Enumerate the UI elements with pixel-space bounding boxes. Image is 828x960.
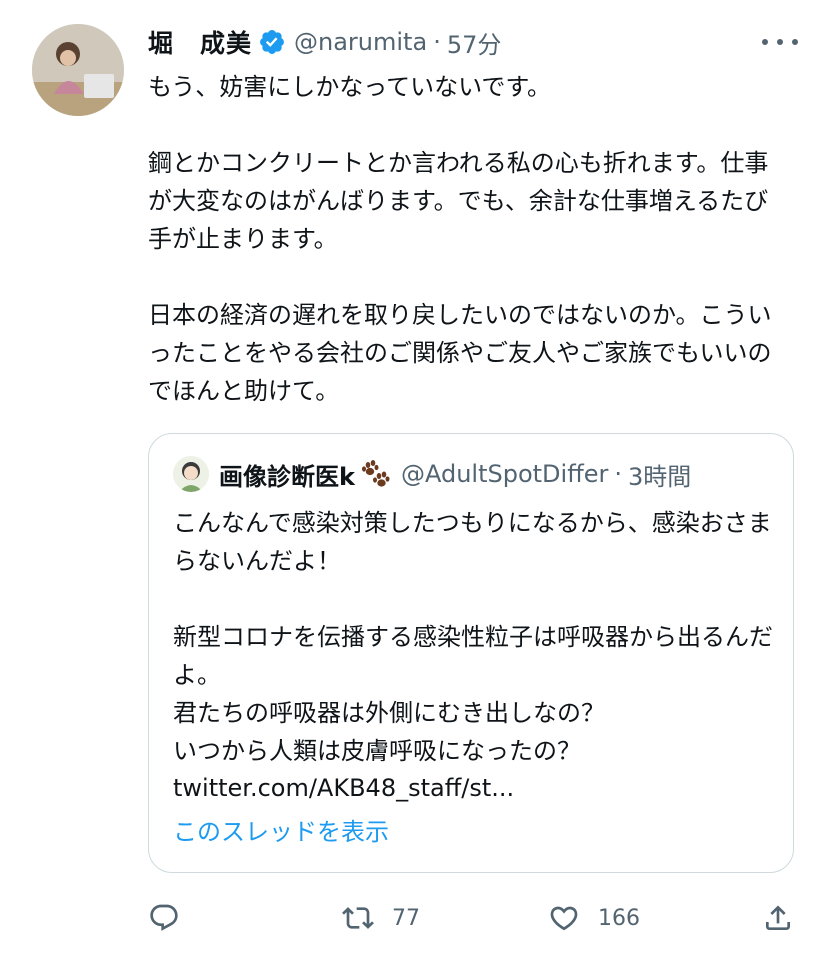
- author-avatar[interactable]: [32, 24, 124, 116]
- paw-prints-icon: [359, 458, 391, 490]
- reply-button[interactable]: [148, 896, 180, 940]
- tweet-actions: 77 166: [148, 896, 798, 940]
- share-icon: [766, 905, 790, 930]
- tweet-timestamp[interactable]: 57分: [447, 25, 502, 60]
- tweet[interactable]: 堀 成美 @narumita · 57分 もう、妨害にしかなっていないです。 鋼…: [0, 0, 828, 960]
- quoted-author-name: 画像診断医k: [219, 462, 355, 491]
- retweet-count: 77: [392, 905, 420, 931]
- heart-icon: [550, 906, 578, 931]
- author-name[interactable]: 堀 成美: [148, 24, 252, 60]
- more-options-button[interactable]: [762, 30, 798, 54]
- quoted-tweet-text: こんなんで感染対策したつもりになるから、感染おさまらないんだよ！ 新型コロナを伝…: [173, 509, 773, 765]
- quoted-tweet[interactable]: 画像診断医k @AdultSpotDiffer · 3時間 こんなんで感染対策し…: [148, 433, 794, 873]
- reply-icon: [150, 904, 178, 931]
- dot-icon: [777, 39, 783, 45]
- quoted-author-handle: @AdultSpotDiffer: [400, 460, 609, 488]
- separator-dot: ·: [433, 28, 441, 56]
- show-thread-link[interactable]: このスレッドを表示: [173, 812, 389, 847]
- quoted-tweet-header: 画像診断医k @AdultSpotDiffer · 3時間: [219, 454, 691, 494]
- tweet-text: もう、妨害にしかなっていないです。 鋼とかコンクリートとか言われる私の心も折れま…: [148, 73, 772, 405]
- retweet-icon: [342, 907, 374, 929]
- like-button[interactable]: 166: [548, 896, 640, 940]
- dot-icon: [792, 39, 798, 45]
- quoted-tweet-timestamp: 3時間: [628, 462, 692, 491]
- tweet-header: 堀 成美 @narumita · 57分: [148, 22, 501, 62]
- dot-icon: [762, 39, 768, 45]
- share-button[interactable]: [762, 896, 794, 940]
- verified-badge-icon: [258, 28, 286, 56]
- author-handle[interactable]: @narumita: [294, 28, 427, 56]
- separator-dot: ·: [614, 460, 623, 488]
- retweet-button[interactable]: 77: [342, 896, 420, 940]
- quoted-tweet-link: twitter.com/AKB48_staff/st...: [173, 774, 515, 802]
- like-count: 166: [598, 905, 640, 931]
- quoted-author-avatar[interactable]: [173, 456, 209, 492]
